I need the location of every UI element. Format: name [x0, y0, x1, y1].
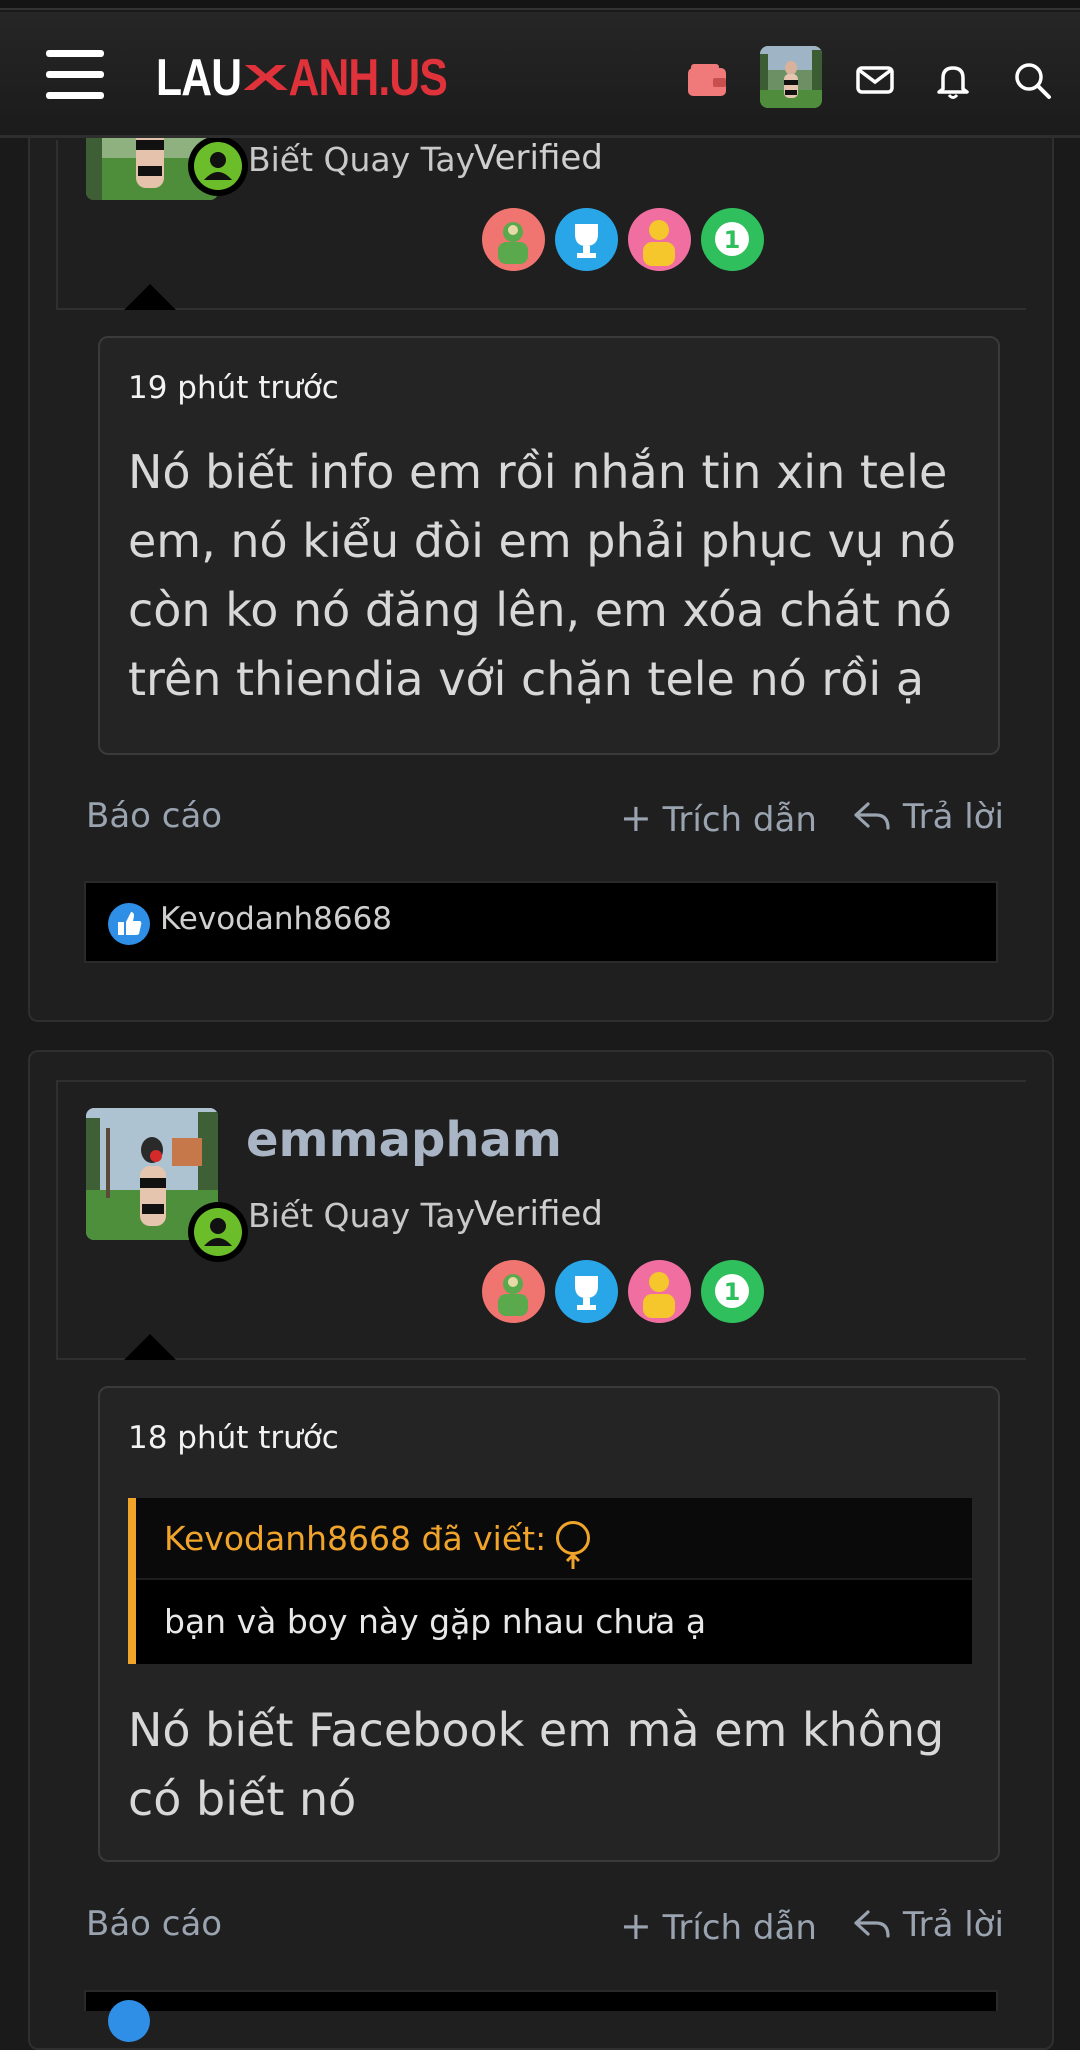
plus-icon: + [620, 1904, 652, 1948]
post-2-report-link[interactable]: Báo cáo [86, 1904, 222, 1944]
cup-badge-icon[interactable] [555, 1260, 618, 1323]
post-1-time[interactable]: 19 phút trước [128, 370, 339, 406]
post-1-quote-label: Trích dẫn [662, 800, 817, 840]
site-header: LAUXANH.US [0, 12, 1080, 138]
search-icon[interactable] [1010, 58, 1054, 102]
logo-text-left: LAU [156, 49, 242, 107]
post-2-reply-label: Trả lời [902, 1905, 1004, 1945]
post-2-badges: 1 [482, 1260, 764, 1323]
trophy-badge-icon[interactable] [482, 208, 545, 271]
post-2-quote-button[interactable]: + Trích dẫn [620, 1904, 817, 1948]
post-2-user-area: emmapham Biết Quay Tay Verified 1 [56, 1080, 1026, 1360]
first-post-badge-icon[interactable]: 1 [701, 208, 764, 271]
post-1-report-link[interactable]: Báo cáo [86, 796, 222, 836]
post-1-liker[interactable]: Kevodanh8668 [160, 901, 392, 937]
post-1-verified-label: Verified [474, 138, 603, 178]
plus-icon: + [620, 796, 652, 840]
arrow-up-circle-icon[interactable] [556, 1520, 591, 1569]
cup-badge-icon[interactable] [555, 208, 618, 271]
menu-icon[interactable] [46, 50, 104, 100]
post-1-badges: 1 [482, 208, 764, 271]
like-icon [108, 903, 150, 945]
post-1-reactions: Kevodanh8668 [84, 881, 998, 963]
svg-text:1: 1 [724, 1278, 741, 1306]
post-2-reply-button[interactable]: Trả lời [852, 1904, 1004, 1945]
logo-mark: X [242, 57, 288, 99]
post-2-time[interactable]: 18 phút trước [128, 1420, 339, 1456]
post-2-verified-label: Verified [474, 1194, 603, 1234]
mail-icon[interactable] [853, 58, 897, 102]
post-2-quote: Kevodanh8668 đã viết: bạn và boy này gặp… [128, 1498, 972, 1664]
post-1-pointer [124, 284, 176, 310]
post-2-quote-label: Trích dẫn [662, 1908, 817, 1948]
post-2-reactions [84, 1990, 998, 2042]
bell-icon[interactable] [931, 58, 975, 102]
reply-icon [854, 1910, 890, 1938]
quote-author: Kevodanh8668 đã viết: [164, 1519, 547, 1558]
svg-text:1: 1 [724, 226, 741, 254]
quote-header[interactable]: Kevodanh8668 đã viết: [136, 1498, 972, 1580]
trophy-badge-icon[interactable] [482, 1260, 545, 1323]
post-2-message: 18 phút trước Kevodanh8668 đã viết: bạn … [98, 1386, 1000, 1862]
like-icon [108, 2000, 150, 2042]
site-logo[interactable]: LAUXANH.US [156, 48, 448, 108]
reply-icon [854, 802, 890, 830]
post-1-user-title: Biết Quay Tay [248, 140, 476, 179]
post-2-username[interactable]: emmapham [246, 1112, 562, 1168]
post-1-message: 19 phút trước Nó biết info em rồi nhắn t… [98, 336, 1000, 755]
post-1-reply-label: Trả lời [902, 797, 1004, 837]
post-1-user-area: Biết Quay Tay Verified 1 [56, 68, 1026, 310]
logo-text-right: ANH.US [288, 49, 448, 107]
member-badge-icon[interactable] [628, 208, 691, 271]
online-status-icon [188, 1202, 248, 1262]
post-2-user-title: Biết Quay Tay [248, 1196, 476, 1235]
wallet-icon[interactable] [685, 58, 729, 102]
quote-text: bạn và boy này gặp nhau chưa ạ [164, 1602, 707, 1641]
post-2-text: Nó biết Facebook em mà em không có biết … [128, 1703, 945, 1826]
post-1-reply-button[interactable]: Trả lời [852, 796, 1004, 837]
post-1-text: Nó biết info em rồi nhắn tin xin tele em… [128, 445, 956, 706]
post-1-quote-button[interactable]: + Trích dẫn [620, 796, 817, 840]
user-avatar-button[interactable] [760, 46, 822, 108]
member-badge-icon[interactable] [628, 1260, 691, 1323]
post-2-pointer [124, 1334, 176, 1360]
online-status-icon [188, 136, 248, 196]
top-strip [0, 0, 1080, 10]
first-post-badge-icon[interactable]: 1 [701, 1260, 764, 1323]
